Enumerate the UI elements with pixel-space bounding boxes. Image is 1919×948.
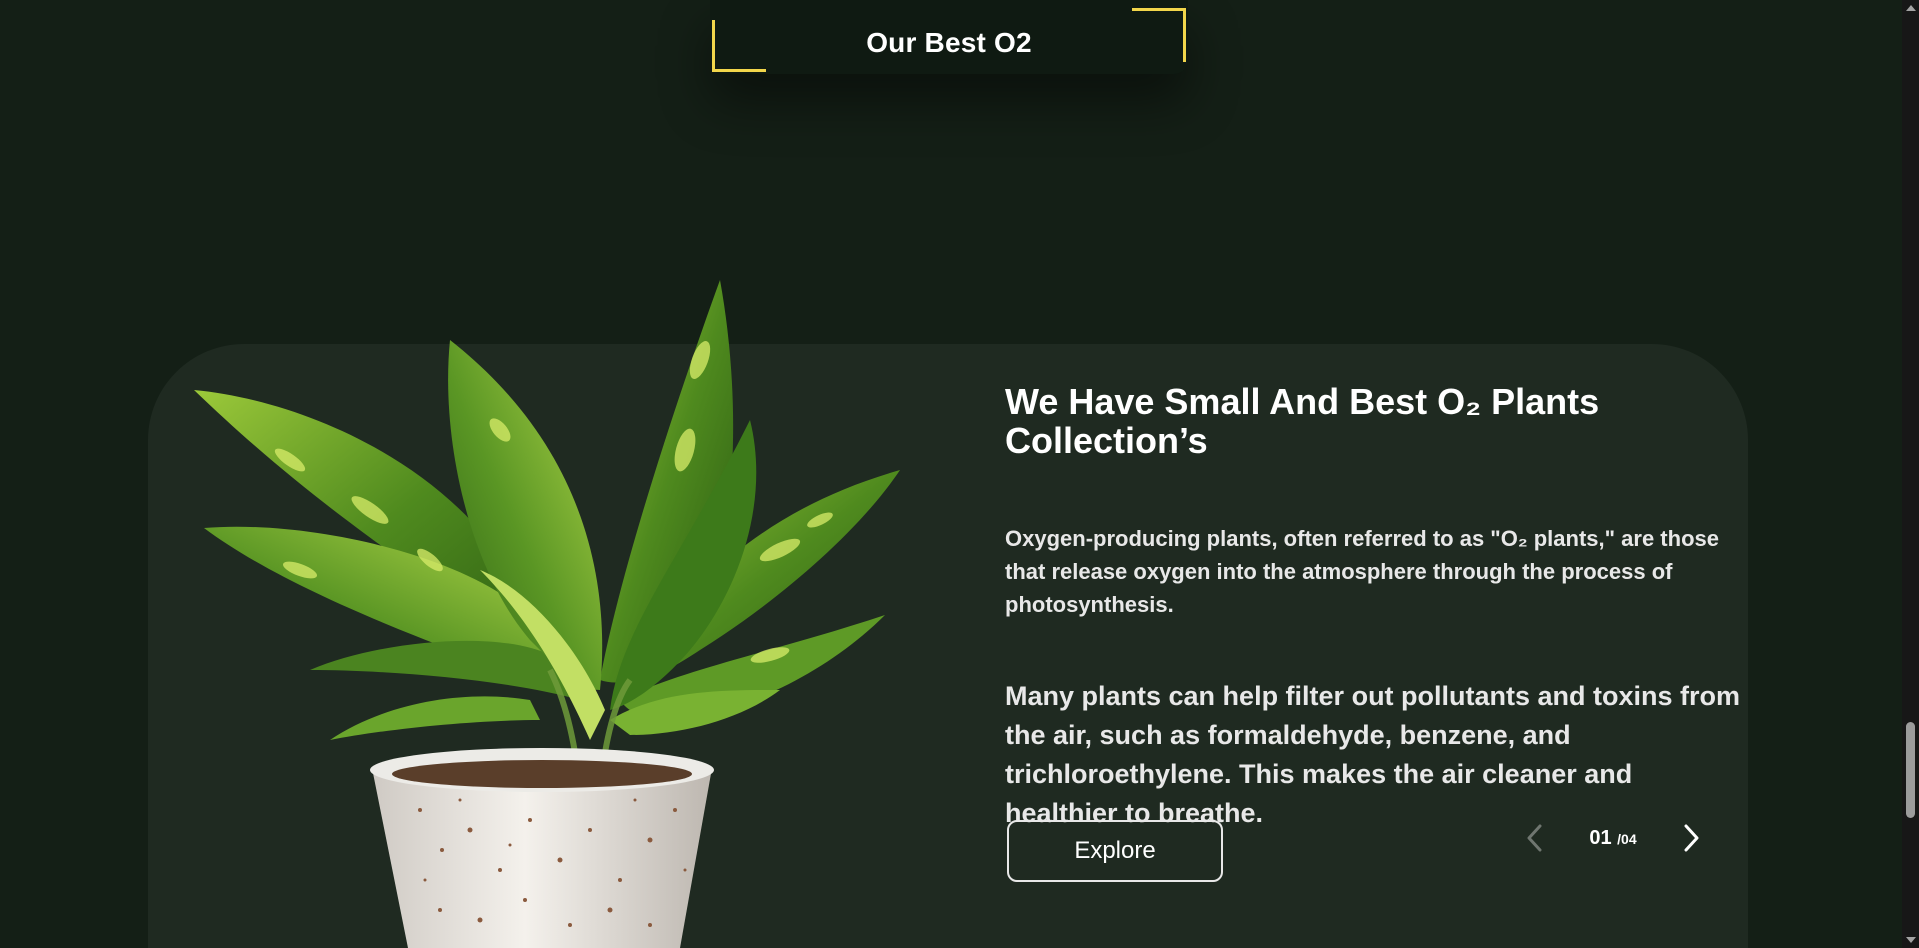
slide-counter: 01 /04 — [1589, 827, 1636, 850]
section-heading-box: Our Best O2 — [710, 0, 1188, 74]
scroll-down-icon[interactable] — [1906, 937, 1916, 943]
chevron-left-icon[interactable] — [1518, 818, 1550, 858]
slide-current: 01 — [1589, 826, 1612, 849]
section-title: Our Best O2 — [866, 27, 1032, 58]
page: Our Best O2 We Have Small And Best O₂ Pl… — [0, 0, 1919, 948]
corner-accent-bottom-left — [712, 20, 766, 72]
plant-leaves — [194, 280, 900, 740]
chevron-right-icon[interactable] — [1676, 818, 1708, 858]
corner-accent-top-right — [1132, 8, 1186, 62]
plant-pot — [370, 748, 714, 948]
feature-paragraph-2: Many plants can help filter out pollutan… — [1005, 681, 1741, 828]
feature-heading: We Have Small And Best O₂ Plants Collect… — [1005, 381, 1600, 461]
scroll-up-icon[interactable] — [1906, 5, 1916, 11]
slide-total: /04 — [1617, 830, 1637, 847]
scrollbar-thumb[interactable] — [1906, 722, 1915, 818]
feature-paragraph-1: Oxygen-producing plants, often referred … — [1005, 526, 1719, 617]
plant-image — [194, 280, 900, 948]
slider-pager: 01 /04 — [1518, 818, 1708, 858]
explore-button[interactable]: Explore — [1007, 820, 1223, 882]
page-scrollbar[interactable] — [1902, 0, 1919, 948]
feature-content: We Have Small And Best O₂ Plants Collect… — [1005, 382, 1750, 833]
